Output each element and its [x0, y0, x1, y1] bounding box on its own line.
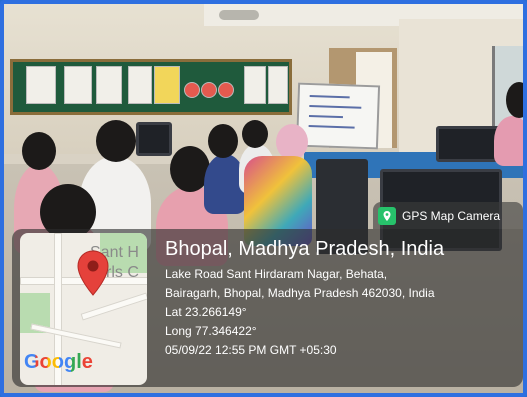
student-head [22, 132, 56, 170]
timestamp: 05/09/22 12:55 PM GMT +05:30 [165, 343, 337, 357]
poster [26, 66, 56, 104]
gps-map-camera-badge: GPS Map Camera [373, 202, 523, 229]
address-line-2: Bairagarh, Bhopal, Madhya Pradesh 462030… [165, 286, 435, 300]
location-title: Bhopal, Madhya Pradesh, India [165, 238, 445, 260]
poster [154, 66, 180, 104]
latitude: Lat 23.266149° [165, 305, 247, 319]
badge-label: GPS Map Camera [402, 208, 501, 223]
poster [218, 82, 234, 98]
student-head [96, 120, 136, 162]
map-thumbnail: Sant H Girls C Google [20, 233, 147, 385]
address-line-1: Lake Road Sant Hirdaram Nagar, Behata, [165, 267, 388, 281]
poster [244, 66, 266, 104]
computer-monitor [136, 122, 172, 156]
gps-camera-icon [378, 206, 396, 225]
location-pin-icon [76, 250, 110, 296]
ceiling-fan [219, 10, 259, 20]
poster [128, 66, 152, 104]
poster [96, 66, 122, 104]
location-details: Bhopal, Madhya Pradesh, India Lake Road … [165, 236, 444, 360]
teacher [494, 116, 523, 166]
poster [268, 66, 288, 104]
poster [201, 82, 217, 98]
student-head [276, 124, 308, 160]
whiteboard [295, 82, 381, 150]
poster [184, 82, 200, 98]
longitude: Long 77.346422° [165, 324, 257, 338]
student-head [208, 124, 238, 158]
teacher-head [506, 82, 523, 118]
poster [64, 66, 92, 104]
google-logo: Google [24, 351, 93, 373]
student-head [242, 120, 268, 148]
